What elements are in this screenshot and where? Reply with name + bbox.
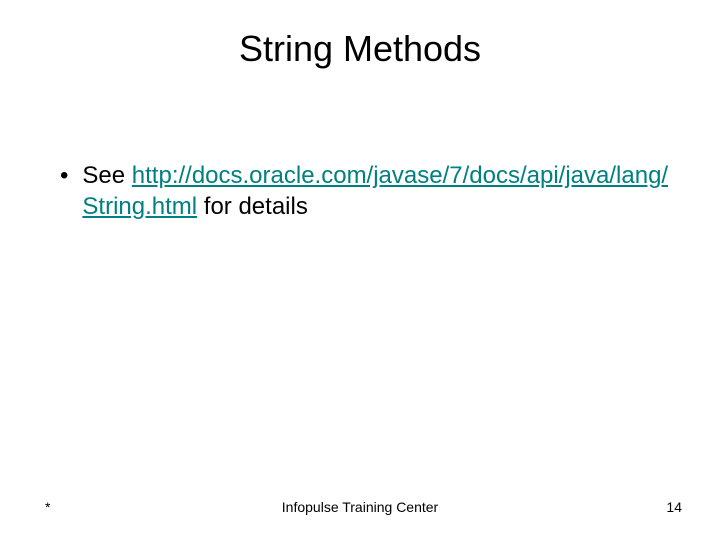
- bullet-item: • See http://docs.oracle.com/javase/7/do…: [60, 160, 670, 222]
- footer-center: Infopulse Training Center: [0, 499, 720, 515]
- bullet-marker: •: [60, 160, 68, 191]
- bullet-prefix: See: [82, 162, 131, 189]
- bullet-suffix: for details: [197, 193, 308, 220]
- slide-title: String Methods: [0, 0, 720, 70]
- footer-page-number: 14: [666, 499, 682, 515]
- slide-content: • See http://docs.oracle.com/javase/7/do…: [0, 70, 720, 222]
- reference-link[interactable]: http://docs.oracle.com/javase/7/docs/api…: [82, 162, 668, 220]
- bullet-text: See http://docs.oracle.com/javase/7/docs…: [82, 160, 670, 222]
